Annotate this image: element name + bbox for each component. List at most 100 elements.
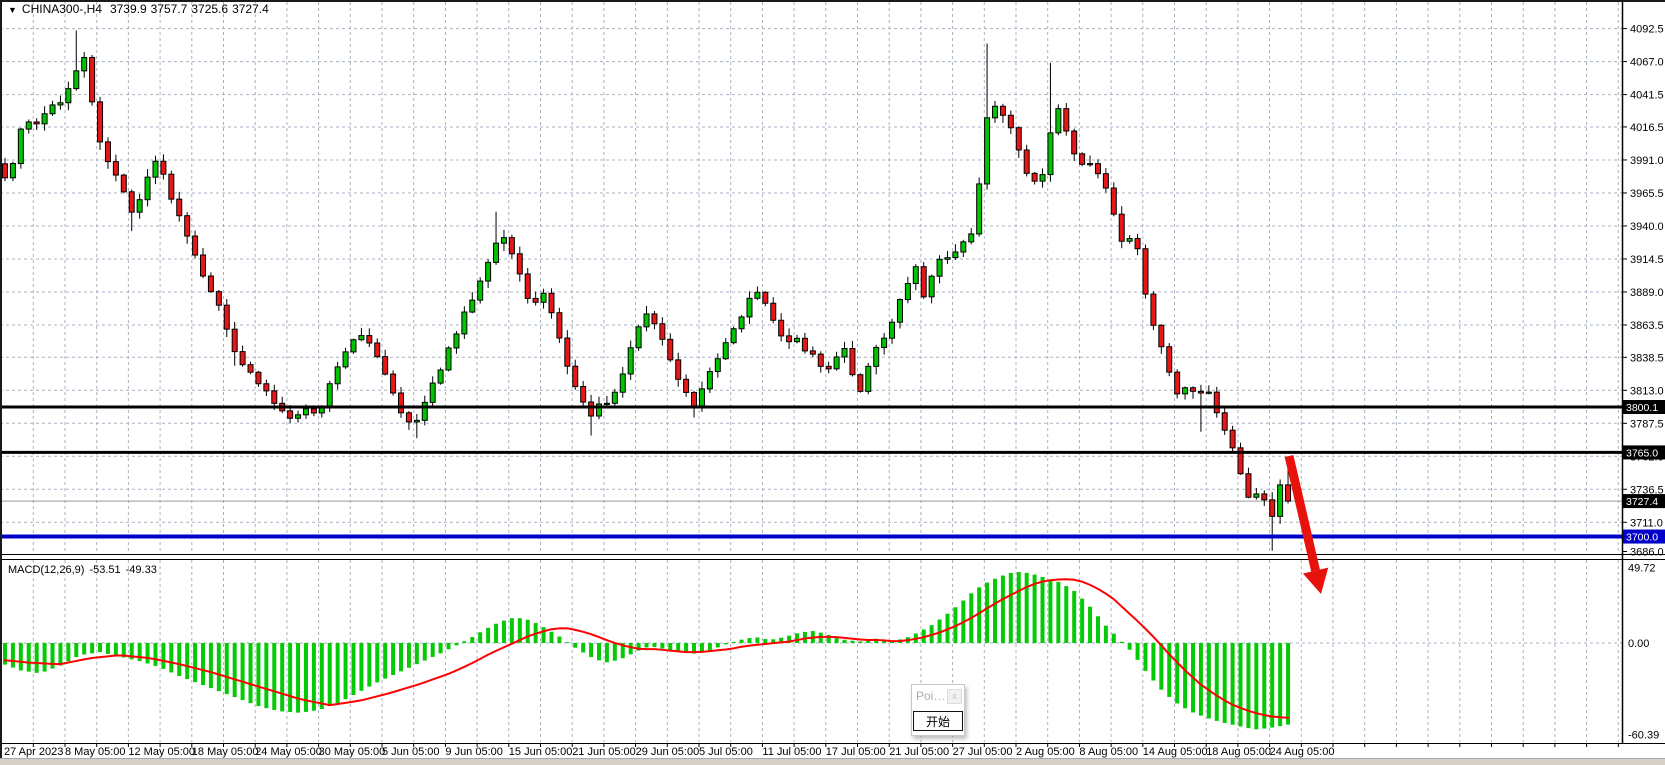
macd-bar [1120, 642, 1124, 643]
candle-bear [1000, 106, 1005, 115]
time-axis-label: 5 Jun 05:00 [382, 746, 440, 758]
candle-bear [177, 199, 182, 216]
macd-bar [1167, 643, 1171, 697]
macd-bar [11, 643, 15, 668]
candle-bear [1175, 372, 1180, 394]
macd-bar [82, 643, 86, 654]
candle-bear [1064, 109, 1069, 131]
popup-close-icon[interactable]: x [947, 689, 962, 704]
macd-bar [565, 642, 569, 643]
macd-bar [1056, 582, 1060, 643]
candle-bull [327, 384, 332, 407]
macd-bar [755, 637, 759, 643]
trend-arrow[interactable] [1289, 456, 1328, 594]
candle-bear [3, 164, 8, 178]
candle-bull [699, 389, 704, 406]
popup-title: Poi… [916, 689, 945, 703]
price-badge-label: 3765.0 [1626, 447, 1658, 459]
popup-start-button[interactable]: 开始 [913, 711, 963, 731]
macd-bar [1072, 591, 1076, 643]
price-tick-label: 3787.5 [1630, 418, 1664, 430]
macd-bar [645, 643, 649, 647]
candle-bull [866, 366, 871, 391]
macd-bar [146, 643, 150, 663]
macd-bar [233, 643, 237, 697]
price-tick-label: 4067.0 [1630, 57, 1664, 69]
macd-bar [494, 624, 498, 643]
macd-bar [1104, 626, 1108, 643]
candle-bear [826, 366, 831, 369]
candle-bull [42, 114, 47, 124]
candle-bull [153, 161, 158, 177]
macd-bar [1136, 643, 1140, 660]
candle-bear [121, 175, 126, 192]
macd-bar [843, 640, 847, 643]
macd-bar [1025, 573, 1029, 643]
candlestick-chart-surface[interactable]: 4092.54067.04041.54016.53991.03965.53940… [0, 0, 1665, 765]
macd-bar [1128, 643, 1132, 650]
candle-bear [113, 162, 118, 175]
candle-bull [707, 372, 712, 389]
candles [3, 31, 1291, 551]
candle-bear [399, 393, 404, 413]
macd-bar [716, 643, 720, 647]
candle-bear [557, 313, 562, 338]
trend-arrow-shaft [1289, 456, 1316, 571]
candle-bear [779, 320, 784, 336]
candle-bear [1286, 485, 1291, 501]
candle-bear [256, 372, 261, 384]
macd-bar [1048, 579, 1052, 643]
candle-bear [98, 102, 103, 142]
candle-bear [573, 366, 578, 386]
candle-bull [478, 281, 483, 300]
candle-bull [913, 267, 918, 284]
candle-bull [359, 336, 364, 340]
candle-bear [208, 276, 213, 292]
candle-bear [525, 274, 530, 299]
macd-bar [439, 643, 443, 653]
macd-bar [1041, 577, 1045, 643]
macd-bar [668, 643, 672, 650]
candle-bull [58, 103, 63, 105]
macd-signal-line [5, 579, 1288, 717]
time-axis-label: 12 May 05:00 [128, 746, 195, 758]
candle-bear [1103, 174, 1108, 188]
candle-bull [1278, 485, 1283, 516]
macd-bar [106, 643, 110, 654]
candle-bear [1167, 347, 1172, 372]
macd-bar [629, 643, 633, 654]
macd-bar [470, 637, 474, 643]
candle-bull [1206, 392, 1211, 393]
macd-bar [478, 632, 482, 643]
candle-bear [818, 354, 823, 366]
macd-bar [288, 643, 292, 712]
chart-title: ▼CHINA300-,H43739.93757.73725.63727.4 [8, 2, 269, 16]
candle-bear [684, 379, 689, 392]
candle-bull [993, 106, 998, 118]
candle-bear [802, 338, 807, 351]
time-axis-label: 24 Aug 05:00 [1270, 746, 1335, 758]
candle-bull [1040, 175, 1045, 182]
macd-bar [185, 643, 189, 679]
candle-bull [541, 293, 546, 302]
macd-bar [431, 643, 435, 657]
candle-bear [763, 292, 768, 303]
candle-bull [50, 105, 55, 114]
price-tick-label: 3813.0 [1630, 385, 1664, 397]
macd-bar [605, 643, 609, 662]
macd-bar [581, 643, 585, 653]
macd-bar [296, 643, 300, 713]
candle-bear [533, 298, 538, 302]
candle-bull [343, 352, 348, 367]
macd-bar [264, 643, 268, 708]
price-tick-label: 3863.5 [1630, 320, 1664, 332]
price-tick-label: 3991.0 [1630, 155, 1664, 167]
candle-bear [34, 122, 39, 124]
candle-bear [676, 360, 681, 379]
time-axis-label: 29 Jun 05:00 [636, 746, 700, 758]
price-tick-label: 3686.0 [1630, 547, 1664, 559]
price-badge-label: 3800.1 [1626, 402, 1658, 414]
macd-bar [502, 621, 506, 643]
macd-bar [526, 620, 530, 643]
candle-bear [391, 374, 396, 393]
